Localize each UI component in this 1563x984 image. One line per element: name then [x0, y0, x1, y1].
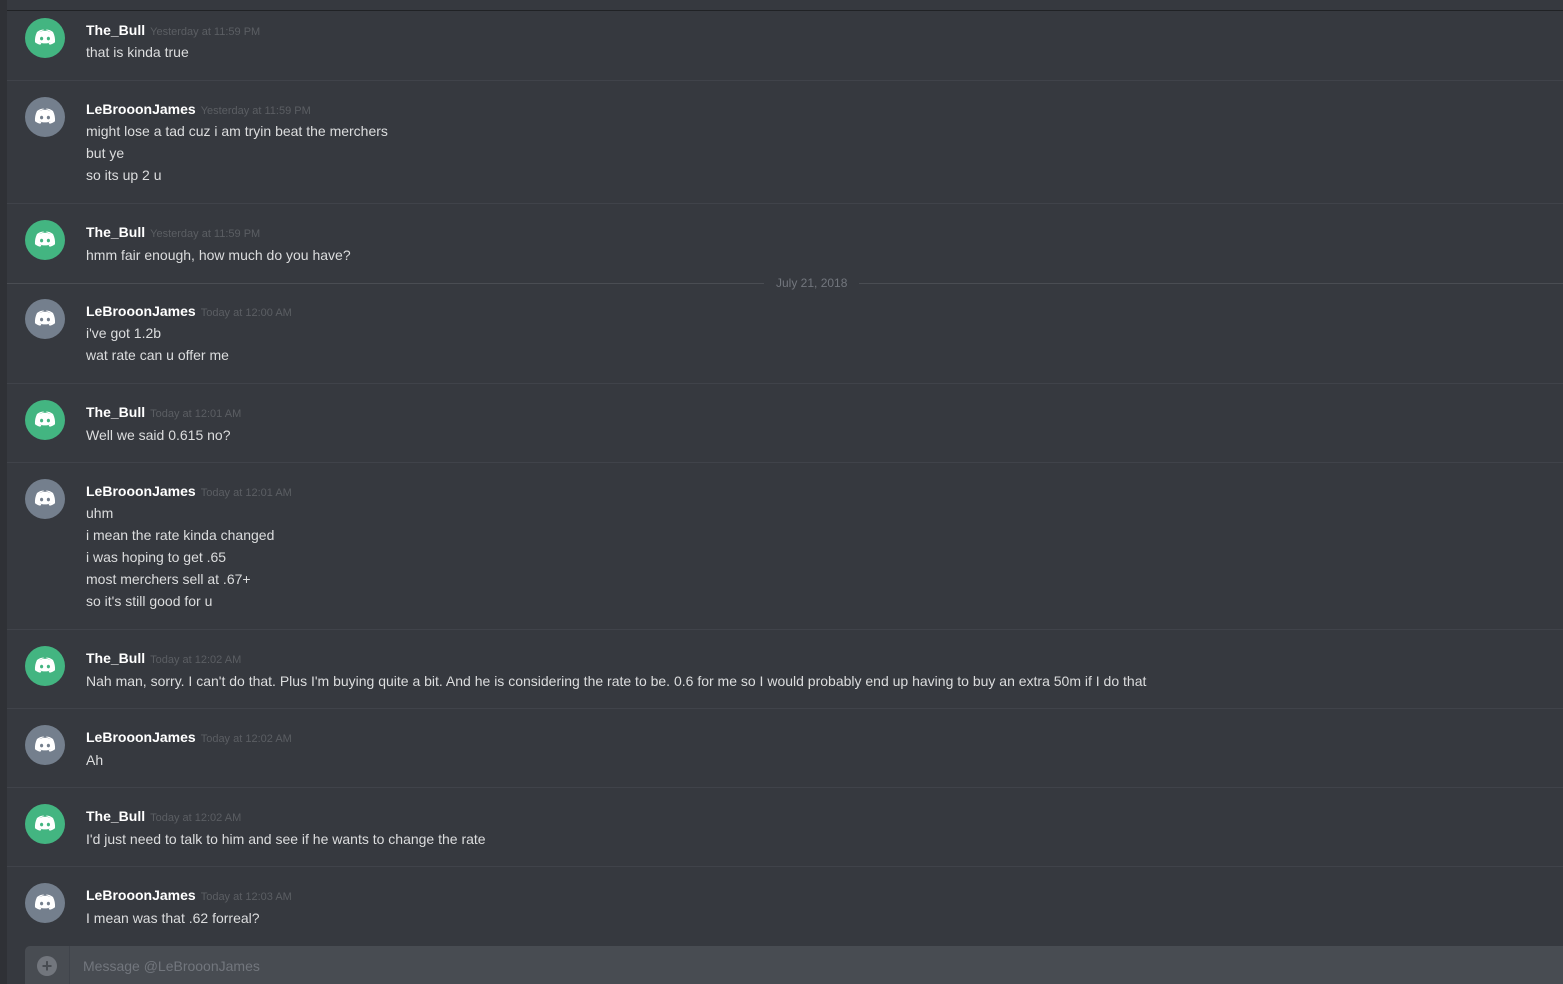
- avatar[interactable]: [25, 646, 65, 686]
- message-group: LeBrooonJames Yesterday at 11:59 PM might…: [7, 80, 1563, 204]
- message-header: LeBrooonJames Yesterday at 11:59 PM: [86, 100, 311, 120]
- username[interactable]: LeBrooonJames: [86, 729, 196, 745]
- timestamp[interactable]: Today at 12:01 AM: [150, 408, 241, 420]
- message-line: i mean the rate kinda changed: [86, 527, 275, 543]
- avatar[interactable]: [25, 299, 65, 339]
- message-line: wat rate can u offer me: [86, 347, 229, 363]
- discord-dm-window: The_Bull Yesterday at 11:59 PM that is ki…: [0, 0, 1563, 984]
- timestamp[interactable]: Yesterday at 11:59 PM: [150, 228, 260, 240]
- message-line: i've got 1.2b: [86, 325, 162, 341]
- timestamp[interactable]: Today at 12:01 AM: [201, 487, 292, 499]
- message-header: LeBrooonJames Today at 12:02 AM: [86, 728, 292, 748]
- message-group: LeBrooonJames Today at 12:03 AM I mean wa…: [7, 866, 1563, 925]
- message-group: The_Bull Today at 12:01 AM Well we said 0…: [7, 383, 1563, 463]
- message-header: LeBrooonJames Today at 12:03 AM: [86, 886, 292, 906]
- username[interactable]: LeBrooonJames: [86, 483, 196, 499]
- message-header: The_Bull Yesterday at 11:59 PM: [86, 223, 260, 243]
- message-line: so its up 2 u: [86, 167, 162, 183]
- composer-divider: [69, 946, 70, 984]
- message-line: uhm: [86, 505, 114, 521]
- discord-logo-icon: [34, 490, 56, 506]
- discord-logo-icon: [34, 29, 56, 45]
- username[interactable]: LeBrooonJames: [86, 303, 196, 319]
- avatar[interactable]: [25, 97, 65, 137]
- timestamp[interactable]: Today at 12:02 AM: [150, 654, 241, 666]
- message-input[interactable]: [81, 955, 1485, 977]
- username[interactable]: LeBrooonJames: [86, 101, 196, 117]
- discord-logo-icon: [34, 894, 56, 910]
- timestamp[interactable]: Today at 12:00 AM: [201, 307, 292, 319]
- avatar[interactable]: [25, 18, 65, 58]
- avatar[interactable]: [25, 479, 65, 519]
- message-line: that is kinda true: [86, 44, 189, 60]
- message-group: LeBrooonJames Today at 12:00 AM i've got …: [7, 284, 1563, 383]
- message-line: i was hoping to get .65: [86, 549, 227, 565]
- timestamp[interactable]: Yesterday at 11:59 PM: [201, 105, 311, 117]
- username[interactable]: The_Bull: [86, 404, 145, 420]
- message-group: The_Bull Yesterday at 11:59 PM hmm fair e…: [7, 203, 1563, 284]
- discord-logo-icon: [34, 736, 56, 752]
- message-line: Ah: [86, 752, 104, 768]
- message-header: The_Bull Today at 12:01 AM: [86, 403, 241, 423]
- timestamp[interactable]: Today at 12:03 AM: [201, 891, 292, 903]
- message-header: The_Bull Today at 12:02 AM: [86, 807, 241, 827]
- message-header: LeBrooonJames Today at 12:00 AM: [86, 302, 292, 322]
- message-line: might lose a tad cuz i am tryin beat the…: [86, 123, 388, 139]
- message-line: but ye: [86, 145, 125, 161]
- message-header: The_Bull Yesterday at 11:59 PM: [86, 21, 260, 41]
- discord-logo-icon: [34, 657, 56, 673]
- message-group: LeBrooonJames Today at 12:01 AM uhm i mea…: [7, 462, 1563, 630]
- discord-logo-icon: [34, 231, 56, 247]
- left-gutter: [0, 0, 7, 984]
- plus-circle-icon[interactable]: +: [37, 956, 57, 976]
- message-group: The_Bull Yesterday at 11:59 PM that is ki…: [7, 11, 1563, 80]
- username[interactable]: The_Bull: [86, 22, 145, 38]
- discord-logo-icon: [34, 310, 56, 326]
- message-list[interactable]: The_Bull Yesterday at 11:59 PM that is ki…: [7, 11, 1563, 925]
- timestamp[interactable]: Today at 12:02 AM: [201, 733, 292, 745]
- message-header: The_Bull Today at 12:02 AM: [86, 649, 241, 669]
- timestamp[interactable]: Yesterday at 11:59 PM: [150, 26, 260, 38]
- username[interactable]: The_Bull: [86, 808, 145, 824]
- message-header: LeBrooonJames Today at 12:01 AM: [86, 482, 292, 502]
- message-group: LeBrooonJames Today at 12:02 AM Ah: [7, 708, 1563, 788]
- message-line: most merchers sell at .67+: [86, 571, 251, 587]
- message-composer: +: [25, 946, 1563, 984]
- message-line: I'd just need to talk to him and see if …: [86, 831, 486, 847]
- message-line: so it's still good for u: [86, 593, 213, 609]
- message-line: Well we said 0.615 no?: [86, 427, 231, 443]
- message-group: The_Bull Today at 12:02 AM Nah man, sorry…: [7, 629, 1563, 709]
- avatar[interactable]: [25, 725, 65, 765]
- message-line: I mean was that .62 forreal?: [86, 910, 260, 925]
- message-group: The_Bull Today at 12:02 AM I'd just need …: [7, 787, 1563, 867]
- message-line: Nah man, sorry. I can't do that. Plus I'…: [86, 673, 1147, 689]
- username[interactable]: The_Bull: [86, 650, 145, 666]
- header-edge: [7, 0, 1563, 11]
- discord-logo-icon: [34, 411, 56, 427]
- timestamp[interactable]: Today at 12:02 AM: [150, 812, 241, 824]
- discord-logo-icon: [34, 815, 56, 831]
- avatar[interactable]: [25, 883, 65, 923]
- username[interactable]: LeBrooonJames: [86, 887, 196, 903]
- message-line: hmm fair enough, how much do you have?: [86, 247, 351, 263]
- avatar[interactable]: [25, 220, 65, 260]
- avatar[interactable]: [25, 400, 65, 440]
- avatar[interactable]: [25, 804, 65, 844]
- username[interactable]: The_Bull: [86, 224, 145, 240]
- discord-logo-icon: [34, 108, 56, 124]
